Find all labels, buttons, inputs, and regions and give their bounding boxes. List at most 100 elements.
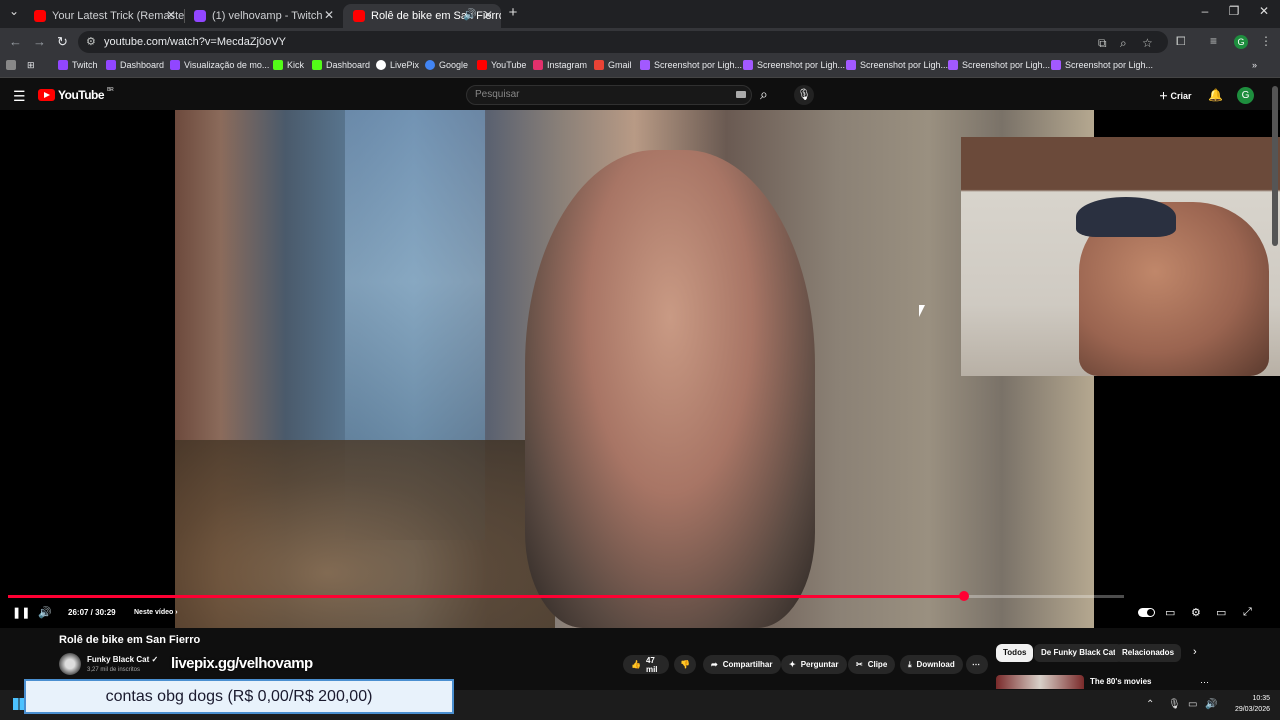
bookmark-kick[interactable]: Kick: [273, 60, 304, 70]
video-player[interactable]: ❚❚ 🔊 26:07 / 30:29 Neste vídeo › ▭ ⚙ ▭ ⤢: [0, 110, 1280, 628]
clip-button[interactable]: ✂ Clipe: [848, 655, 896, 674]
site-info-icon[interactable]: ⚙: [86, 35, 96, 48]
bookmark-dashboard-kick[interactable]: Dashboard: [312, 60, 370, 70]
ask-button[interactable]: ✦ Perguntar: [781, 655, 847, 674]
close-tab-icon[interactable]: ✕: [166, 8, 176, 22]
twitch-favicon-icon: [194, 10, 206, 22]
theater-mode-icon[interactable]: ▭: [1216, 606, 1226, 619]
tab-twitch[interactable]: (1) velhovamp - Twitch ✕: [184, 4, 342, 28]
related-more-icon[interactable]: ⋯: [1200, 677, 1209, 688]
more-bookmarks-icon[interactable]: »: [1252, 60, 1257, 70]
dislike-button[interactable]: 👎: [674, 655, 696, 674]
more-actions-button[interactable]: ⋯: [966, 655, 988, 674]
bookmark-twitch[interactable]: Twitch: [58, 60, 98, 70]
youtube-header: ☰ YouTube BR Pesquisar: [0, 80, 1280, 110]
related-video-title[interactable]: The 80's movies: [1090, 677, 1152, 686]
microphone-icon[interactable]: 🎙: [794, 85, 814, 105]
speaker-icon[interactable]: 🔊: [463, 8, 477, 21]
account-avatar[interactable]: G: [1237, 87, 1254, 104]
page-scrollbar[interactable]: [1272, 86, 1278, 246]
chip-from-channel[interactable]: De Funky Black Cat: [1034, 644, 1123, 662]
tray-display-icon[interactable]: ▭: [1188, 699, 1197, 710]
bookmark-star-icon[interactable]: ☆: [1142, 36, 1153, 50]
close-tab-icon[interactable]: ✕: [483, 8, 493, 22]
tab-title: (1) velhovamp - Twitch: [212, 10, 323, 22]
bookmarks-bar: ⊞ Twitch Dashboard Visualização de mo...…: [0, 56, 1280, 78]
back-icon[interactable]: ←: [9, 34, 22, 49]
tab-groups-icon[interactable]: [6, 60, 16, 70]
reload-icon[interactable]: ↻: [57, 34, 68, 50]
bookmark-screenshot-3[interactable]: Screenshot por Ligh...: [846, 60, 948, 70]
youtube-logo[interactable]: YouTube BR: [38, 87, 114, 102]
bookmark-visualizacao[interactable]: Visualização de mo...: [170, 60, 269, 70]
new-tab-button[interactable]: +: [503, 4, 523, 21]
tab-role-de-bike[interactable]: Rolê de bike em San Fierro 🔊 ✕: [343, 4, 501, 28]
share-icon: ➦: [711, 660, 718, 669]
install-app-icon[interactable]: ⧉: [1098, 36, 1107, 51]
create-button[interactable]: ＋ Criar: [1159, 89, 1192, 102]
youtube-play-icon: [38, 89, 55, 101]
progress-scrubber[interactable]: [959, 591, 969, 601]
bookmark-google[interactable]: Google: [425, 60, 468, 70]
related-video-thumbnail[interactable]: [996, 675, 1084, 689]
chapters-button[interactable]: Neste vídeo ›: [134, 609, 178, 616]
video-title: Rolê de bike em San Fierro: [59, 634, 201, 646]
notifications-bell-icon[interactable]: 🔔: [1208, 88, 1223, 102]
keyboard-icon[interactable]: [736, 91, 746, 98]
autoplay-toggle[interactable]: [1138, 608, 1155, 617]
pause-icon[interactable]: ❚❚: [12, 606, 30, 619]
address-bar[interactable]: ⚙ youtube.com/watch?v=MecdaZj0oVY ⧉ ⌕ ☆: [78, 31, 1168, 53]
close-window-icon[interactable]: ✕: [1254, 4, 1274, 18]
time-display: 26:07 / 30:29: [68, 608, 116, 617]
download-button[interactable]: ⤓ Download: [900, 655, 963, 674]
apps-grid-icon[interactable]: ⊞: [27, 60, 35, 71]
browser-menu-icon[interactable]: ⋮: [1260, 34, 1272, 48]
volume-icon[interactable]: 🔊: [38, 606, 52, 619]
menu-icon[interactable]: ☰: [13, 88, 26, 105]
bookmark-screenshot-4[interactable]: Screenshot por Ligh...: [948, 60, 1050, 70]
tab-search-icon[interactable]: ⌄: [4, 4, 24, 18]
stream-overlay-text: livepix.gg/velhovamp: [171, 655, 313, 672]
browser-profile-avatar[interactable]: G: [1234, 35, 1248, 49]
bookmark-youtube[interactable]: YouTube: [477, 60, 526, 70]
bookmark-dashboard-twitch[interactable]: Dashboard: [106, 60, 164, 70]
tab-your-latest-trick[interactable]: Your Latest Trick (Remastered 1 ✕: [24, 4, 184, 28]
forward-icon[interactable]: →: [33, 34, 46, 49]
chip-all[interactable]: Todos: [996, 644, 1034, 662]
tray-mic-icon[interactable]: 🎙: [1168, 699, 1181, 710]
extensions-icon[interactable]: ⧠: [1176, 34, 1186, 49]
bookmark-instagram[interactable]: Instagram: [533, 60, 587, 70]
subscriber-count: 3,27 mil de inscritos: [87, 667, 141, 673]
settings-gear-icon[interactable]: ⚙: [1191, 606, 1201, 619]
like-button[interactable]: 👍 47 mil: [623, 655, 669, 674]
restore-icon[interactable]: ❐: [1224, 4, 1244, 18]
zoom-icon[interactable]: ⌕: [1120, 36, 1127, 51]
webcam-overlay: [961, 137, 1280, 376]
media-control-icon[interactable]: ≡: [1210, 34, 1217, 48]
youtube-favicon-icon: [353, 10, 365, 22]
channel-name[interactable]: Funky Black Cat ✓: [87, 655, 158, 664]
chip-related[interactable]: Relacionados: [1115, 644, 1182, 662]
subtitles-icon[interactable]: ▭: [1165, 606, 1175, 619]
search-input[interactable]: Pesquisar: [466, 85, 752, 105]
system-clock[interactable]: 10:35 29/03/2026: [1226, 693, 1270, 715]
youtube-favicon-icon: [34, 10, 46, 22]
url-text: youtube.com/watch?v=MecdaZj0oVY: [104, 36, 286, 48]
share-button[interactable]: ➦ Compartilhar: [703, 655, 781, 674]
tray-volume-icon[interactable]: 🔊: [1205, 699, 1217, 710]
browser-toolbar: ← → ↻ ⚙ youtube.com/watch?v=MecdaZj0oVY …: [0, 28, 1280, 56]
video-frame[interactable]: [175, 110, 1094, 628]
bookmark-screenshot-2[interactable]: Screenshot por Ligh...: [743, 60, 845, 70]
minimize-icon[interactable]: –: [1195, 4, 1215, 18]
mouse-cursor-icon: [919, 305, 925, 317]
tray-chevron-icon[interactable]: ⌃: [1146, 699, 1154, 710]
close-tab-icon[interactable]: ✕: [324, 8, 334, 22]
channel-avatar[interactable]: [59, 653, 81, 675]
bookmark-screenshot-1[interactable]: Screenshot por Ligh...: [640, 60, 742, 70]
search-icon[interactable]: ⌕: [760, 86, 768, 103]
bookmark-screenshot-5[interactable]: Screenshot por Ligh...: [1051, 60, 1153, 70]
bookmark-gmail[interactable]: Gmail: [594, 60, 632, 70]
fullscreen-icon[interactable]: ⤢: [1243, 606, 1252, 619]
bookmark-livepix[interactable]: LivePix: [376, 60, 419, 70]
chevron-right-icon[interactable]: ›: [1193, 646, 1197, 658]
